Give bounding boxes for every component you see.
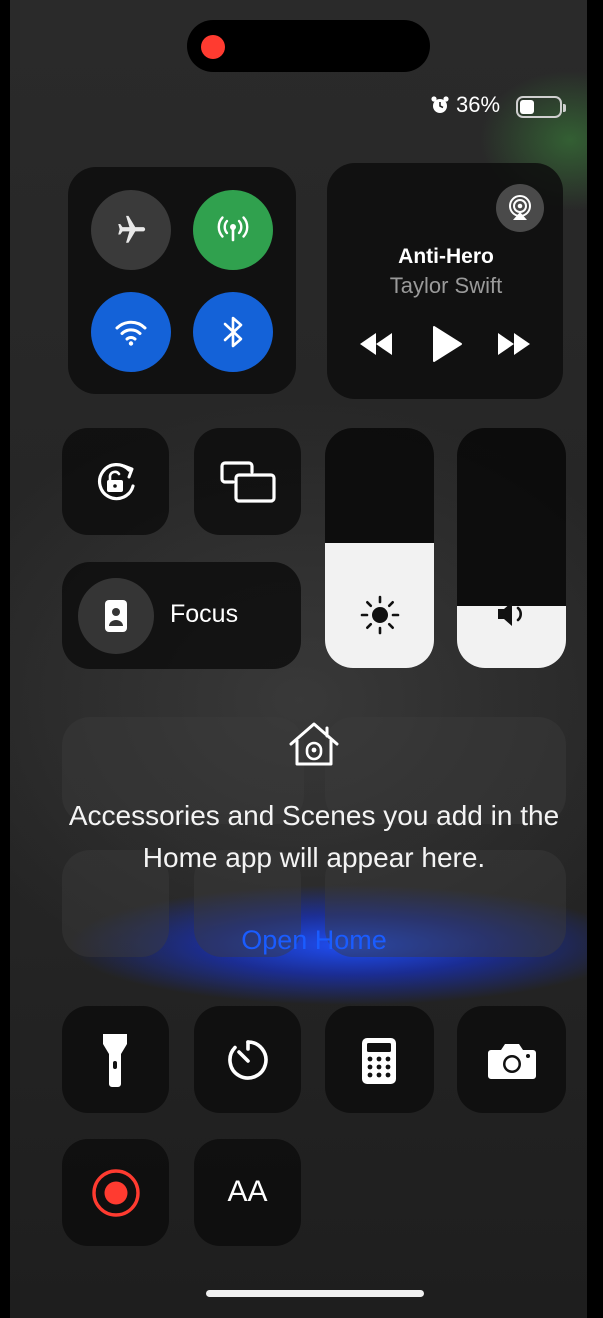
airplane-mode-toggle[interactable]	[91, 190, 171, 270]
recording-indicator	[201, 35, 225, 59]
rewind-icon[interactable]	[358, 331, 394, 357]
orientation-lock-button[interactable]	[62, 428, 169, 535]
open-home-link[interactable]: Open Home	[60, 925, 568, 956]
brightness-slider[interactable]	[325, 428, 434, 668]
airplane-icon	[118, 215, 146, 243]
screen-mirroring-icon	[220, 461, 276, 503]
battery-icon	[516, 96, 566, 118]
camera-button[interactable]	[457, 1006, 566, 1113]
airplay-icon	[509, 195, 531, 220]
battery-percent: 36%	[456, 92, 501, 117]
home-icon	[289, 722, 339, 766]
fast-forward-icon[interactable]	[496, 331, 532, 357]
calculator-icon	[362, 1038, 396, 1084]
status-bar: 36%	[430, 92, 500, 118]
screen-record-icon	[92, 1169, 140, 1217]
screen-mirroring-button[interactable]	[194, 428, 301, 535]
calculator-button[interactable]	[325, 1006, 434, 1113]
flashlight-button[interactable]	[62, 1006, 169, 1113]
orientation-lock-icon	[97, 463, 135, 501]
home-indicator[interactable]	[206, 1290, 424, 1297]
home-empty-message: Accessories and Scenes you add in the Ho…	[68, 800, 560, 873]
timer-button[interactable]	[194, 1006, 301, 1113]
bluetooth-toggle[interactable]	[193, 292, 273, 372]
sun-icon	[360, 595, 400, 635]
cellular-data-toggle[interactable]	[193, 190, 273, 270]
text-size-button[interactable]: AA	[194, 1139, 301, 1246]
timer-icon	[228, 1040, 268, 1080]
focus-person-icon	[105, 600, 127, 632]
cellular-antenna-icon	[217, 216, 249, 242]
speaker-icon	[498, 602, 522, 626]
screen-edge-left	[0, 0, 10, 1318]
flashlight-icon	[103, 1034, 127, 1087]
bluetooth-icon	[223, 316, 243, 348]
airplay-button[interactable]	[496, 184, 544, 232]
play-icon[interactable]	[431, 325, 463, 363]
text-size-icon: AA	[227, 1175, 268, 1208]
wifi-toggle[interactable]	[91, 292, 171, 372]
focus-icon-circle	[78, 578, 154, 654]
wifi-icon	[115, 320, 147, 346]
screen-record-button[interactable]	[62, 1139, 169, 1246]
alarm-icon	[431, 96, 449, 113]
volume-slider[interactable]	[457, 428, 566, 668]
track-title: Anti-Hero	[398, 245, 494, 268]
track-artist: Taylor Swift	[389, 273, 503, 298]
camera-icon	[488, 1044, 536, 1079]
focus-label: Focus	[170, 600, 239, 628]
screen-edge-right	[587, 0, 603, 1318]
